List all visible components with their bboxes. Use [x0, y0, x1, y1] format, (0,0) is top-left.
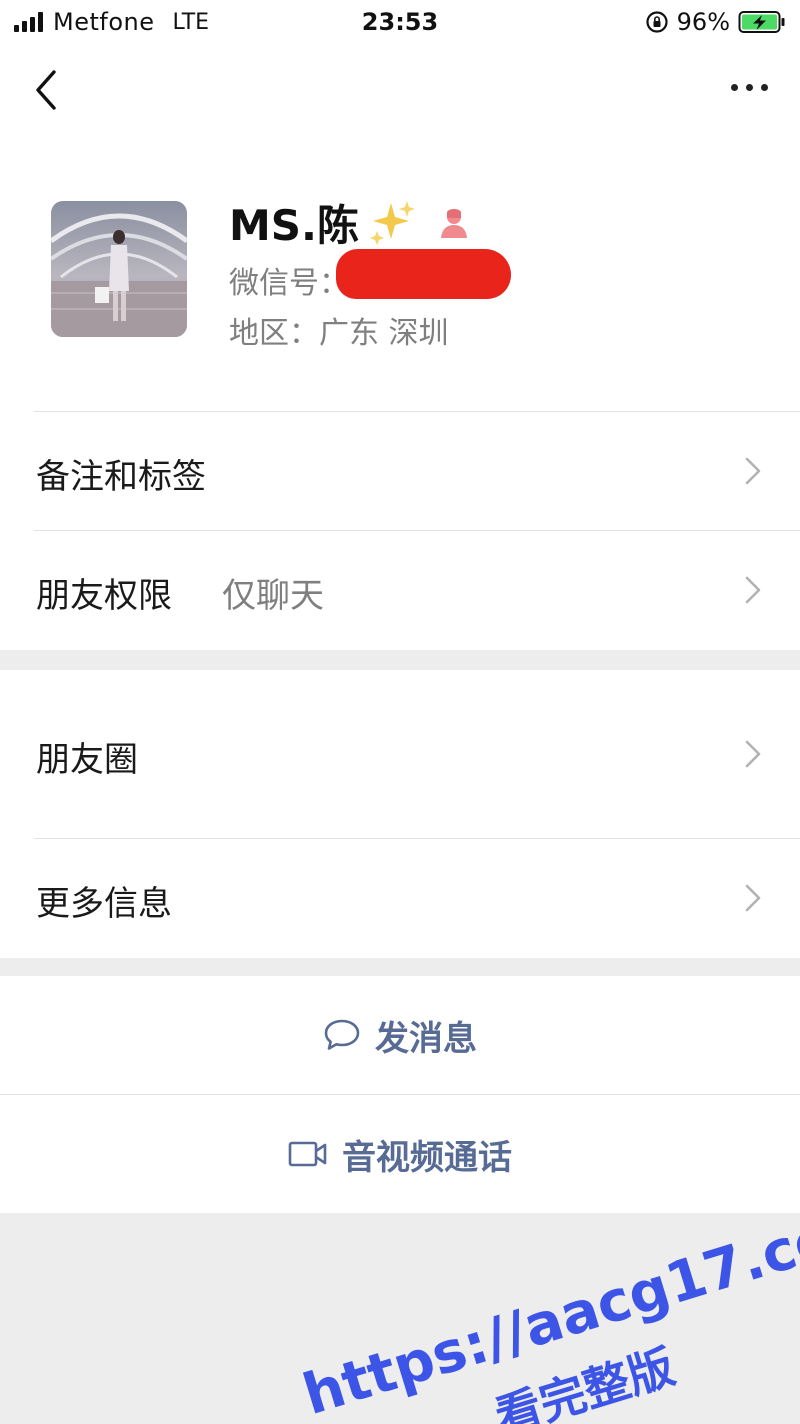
status-bar-right: 96%	[645, 8, 786, 36]
remarks-and-tags-label: 备注和标签	[36, 457, 206, 497]
profile-section: MS.陈 微信号： 地区：广东 深圳 备注和标签 朋友权限 仅聊天	[0, 46, 800, 650]
wechat-id-label: 微信号：	[229, 266, 349, 301]
avatar[interactable]	[51, 201, 187, 337]
video-call-button[interactable]: 音视频通话	[0, 1095, 800, 1213]
moments-label: 朋友圈	[36, 740, 138, 780]
wechat-id-row: 微信号：	[229, 258, 349, 302]
more-button[interactable]	[731, 84, 768, 91]
watermark-subtitle: 看完整版	[489, 1339, 681, 1424]
redaction-mark	[336, 249, 511, 299]
rotation-lock-icon	[646, 11, 668, 33]
chevron-right-icon	[745, 740, 761, 768]
video-call-label: 音视频通话	[342, 1137, 512, 1178]
contact-name: MS.陈	[229, 201, 359, 250]
chevron-right-icon	[745, 457, 761, 485]
friend-permissions-value: 仅聊天	[222, 576, 324, 616]
watermark: https://aacg17.com 看完整版	[296, 1188, 800, 1424]
watermark-url: https://aacg17.com	[296, 1188, 800, 1424]
contact-name-row: MS.陈	[229, 192, 471, 253]
status-bar: Metfone LTE 23:53 96%	[0, 0, 800, 46]
more-info-cell[interactable]: 更多信息	[0, 839, 800, 958]
chevron-right-icon	[745, 884, 761, 912]
video-camera-icon	[288, 1141, 327, 1167]
region-text: 地区：广东 深圳	[229, 316, 449, 351]
chevron-right-icon	[745, 576, 761, 604]
avatar-photo	[51, 201, 187, 337]
friend-permissions-label: 朋友权限	[36, 576, 172, 616]
back-button[interactable]	[28, 68, 68, 112]
battery-percent: 96%	[676, 8, 730, 36]
female-gender-icon	[441, 208, 467, 238]
send-message-button[interactable]: 发消息	[0, 976, 800, 1094]
more-info-label: 更多信息	[36, 884, 172, 924]
ellipsis-icon	[731, 84, 738, 91]
battery-charging-icon	[738, 11, 785, 33]
sparkles-icon	[370, 200, 415, 245]
send-message-label: 发消息	[375, 1018, 477, 1059]
moments-section: 朋友圈 更多信息	[0, 670, 800, 958]
moments-cell[interactable]: 朋友圈	[0, 670, 800, 838]
chat-bubble-icon	[324, 1019, 360, 1050]
friend-permissions-cell[interactable]: 朋友权限 仅聊天	[0, 531, 800, 650]
remarks-and-tags-cell[interactable]: 备注和标签	[0, 412, 800, 530]
chevron-left-icon	[36, 70, 56, 110]
